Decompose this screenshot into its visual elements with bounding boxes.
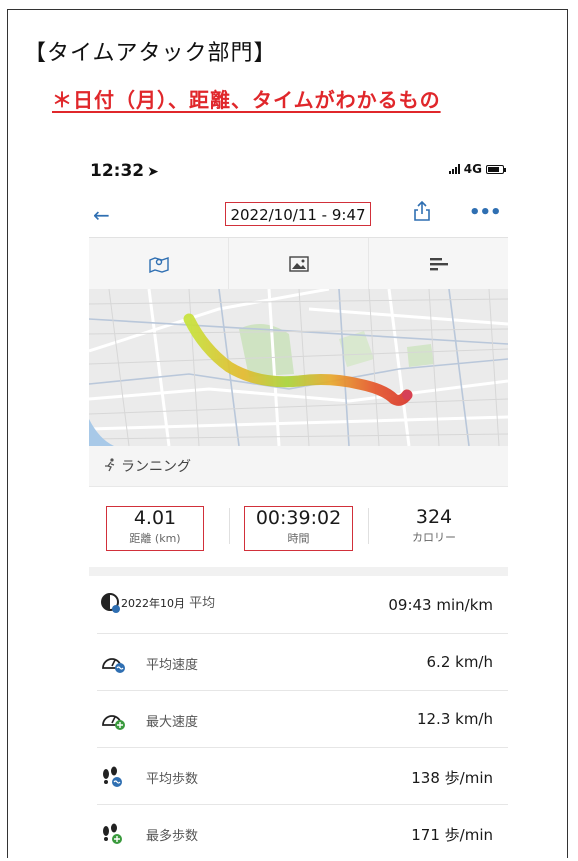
status-indicators: 4G	[448, 162, 506, 176]
stat-label: 平均歩数	[146, 772, 199, 787]
stat-label: 平均速度	[146, 658, 199, 673]
duration-label: 時間	[287, 532, 310, 545]
map-pin-icon	[148, 256, 169, 273]
stat-label: 2022年10月 平均	[121, 596, 216, 611]
requirement-note: ＊日付（月）、距離、タイムがわかるもの	[52, 88, 441, 112]
stat-label: 最大速度	[146, 715, 199, 730]
stat-row-max-speed: 最大速度 12.3 km/h	[97, 691, 508, 748]
distance-label: 距離 (km)	[129, 532, 181, 545]
signal-icon	[448, 164, 460, 174]
activity-type-label: ランニング	[121, 459, 191, 475]
section-divider	[89, 567, 508, 576]
view-tabs	[89, 238, 508, 290]
metric-divider	[229, 508, 230, 544]
duration-value: 00:39:02	[255, 507, 342, 529]
calories-value: 324	[415, 506, 453, 528]
route-map[interactable]	[89, 289, 508, 446]
stat-value: 09:43 min/km	[388, 596, 493, 614]
stat-value: 12.3 km/h	[416, 710, 493, 728]
distance-value: 4.01	[133, 507, 177, 529]
pace-clock-icon	[101, 593, 120, 613]
tab-map[interactable]	[89, 238, 229, 289]
activity-type-row: ランニング	[89, 446, 508, 487]
nav-bar: ← 2022/10/11 - 9:47 •••	[89, 194, 508, 238]
share-icon[interactable]	[413, 200, 431, 222]
distance-metric: 4.01 距離 (km)	[106, 506, 204, 551]
speedometer-icon	[102, 658, 125, 673]
speedometer-max-icon	[102, 715, 125, 730]
duration-metric: 00:39:02 時間	[244, 506, 353, 551]
stat-row-average-pace: 2022年10月 平均 09:43 min/km	[97, 577, 508, 634]
status-time: 12:32 ➤	[90, 161, 159, 181]
stat-row-max-cadence: 最多歩数 171 歩/min	[97, 805, 508, 861]
metric-divider	[368, 508, 369, 544]
tab-stats[interactable]	[369, 238, 508, 289]
footsteps-icon	[103, 766, 122, 787]
back-arrow-icon[interactable]: ←	[93, 203, 110, 227]
battery-icon	[486, 164, 506, 174]
summary-metrics: 4.01 距離 (km) 00:39:02 時間 324 カロリー	[89, 500, 508, 556]
stats-list: 2022年10月 平均 09:43 min/km 平均速度 6.2 km/h 最…	[89, 577, 508, 861]
calories-label: カロリー	[412, 531, 456, 544]
stat-row-average-speed: 平均速度 6.2 km/h	[97, 634, 508, 691]
phone-screenshot: 12:32 ➤ 4G ← 2022/10/11 - 9:47 ••• ランニング…	[89, 150, 508, 859]
running-icon	[105, 458, 115, 472]
status-bar: 12:32 ➤ 4G	[89, 150, 508, 194]
footsteps-max-icon	[103, 823, 122, 844]
location-arrow-icon: ➤	[147, 164, 159, 180]
map-canvas	[89, 289, 508, 446]
stat-value: 138 歩/min	[411, 769, 493, 787]
stat-label: 最多歩数	[146, 829, 199, 844]
stat-value: 171 歩/min	[411, 826, 493, 844]
bar-list-icon	[429, 257, 448, 270]
section-heading: 【タイムアタック部門】	[24, 41, 277, 66]
activity-date: 2022/10/11 - 9:47	[225, 202, 371, 226]
calories-metric: 324 カロリー	[384, 506, 484, 551]
tab-photos[interactable]	[229, 238, 369, 289]
network-label: 4G	[463, 162, 482, 176]
stat-value: 6.2 km/h	[426, 653, 493, 671]
stat-row-average-cadence: 平均歩数 138 歩/min	[97, 748, 508, 805]
more-options-icon[interactable]: •••	[469, 202, 502, 223]
image-icon	[288, 255, 309, 272]
